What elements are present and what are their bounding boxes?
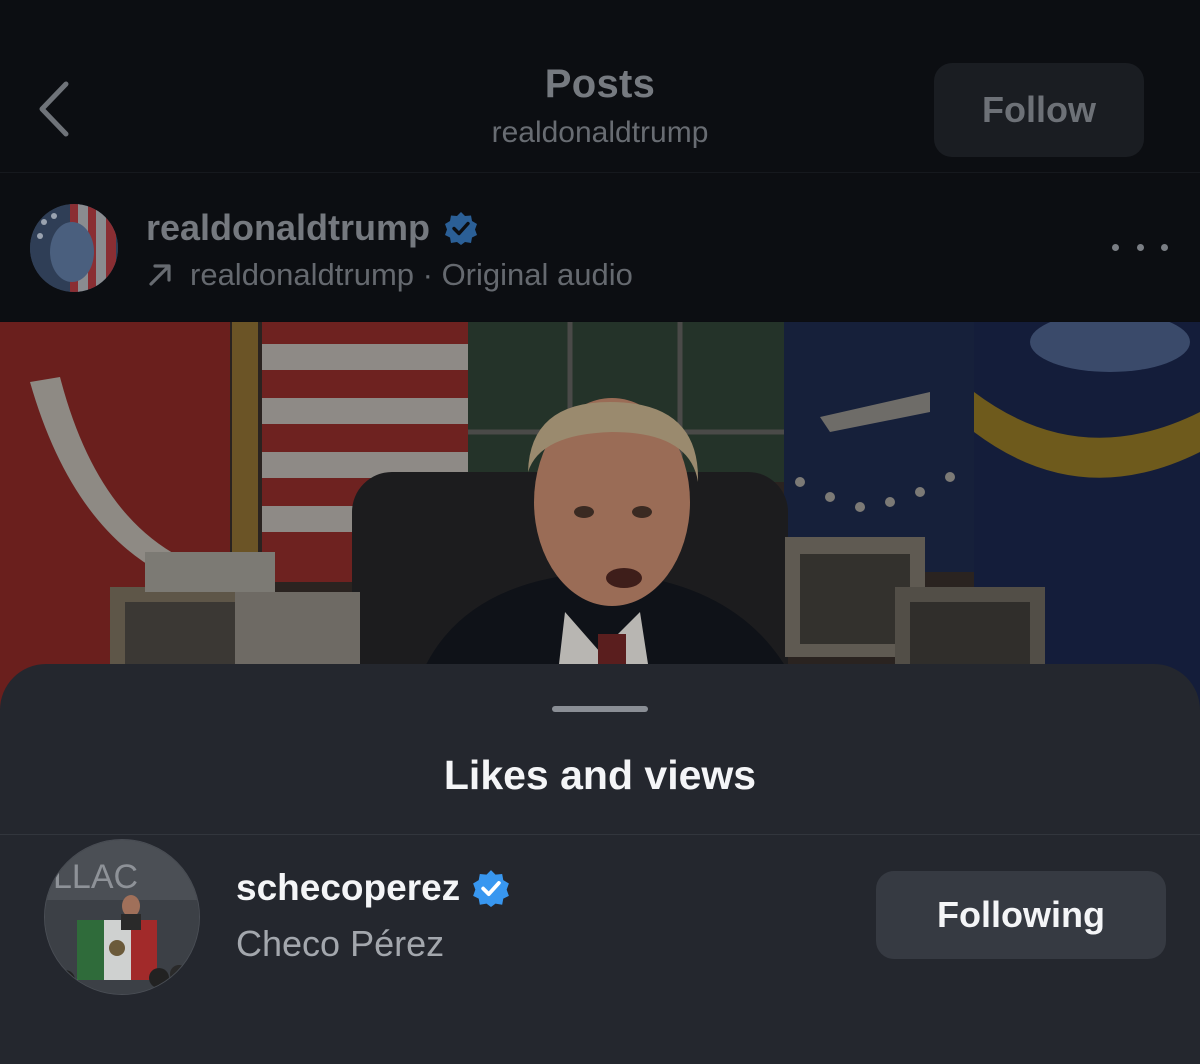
owner-username-row[interactable]: realdonaldtrump xyxy=(146,207,478,249)
dot xyxy=(1136,243,1144,251)
user-avatar[interactable]: LLAC xyxy=(44,839,200,995)
audio-label[interactable]: realdonaldtrump · Original audio xyxy=(190,257,633,293)
likes-sheet: Likes and views LLAC schecoperez Checo P… xyxy=(0,664,1200,1064)
follow-button[interactable]: Follow xyxy=(934,63,1144,157)
dot xyxy=(1112,243,1119,251)
audio-row[interactable]: realdonaldtrump · Original audio xyxy=(146,257,633,293)
avatar-image: LLAC xyxy=(45,840,199,994)
user-username-row[interactable]: schecoperez xyxy=(236,867,510,909)
list-item[interactable]: LLAC schecoperez Checo Pérez Following xyxy=(0,835,1200,1025)
owner-avatar[interactable] xyxy=(30,204,118,292)
svg-text:LLAC: LLAC xyxy=(53,858,138,896)
avatar-image xyxy=(30,204,118,292)
owner-username[interactable]: realdonaldtrump xyxy=(146,207,430,249)
verified-badge-icon xyxy=(445,212,478,245)
dot xyxy=(1161,243,1168,251)
sheet-title: Likes and views xyxy=(443,752,757,798)
more-options-button[interactable] xyxy=(1112,235,1168,259)
following-button[interactable]: Following xyxy=(876,871,1166,959)
top-header: Posts realdonaldtrump Follow xyxy=(0,0,1200,173)
arrow-up-right-icon xyxy=(149,264,171,286)
verified-badge-icon xyxy=(473,870,510,907)
user-username[interactable]: schecoperez xyxy=(236,867,460,909)
user-full-name: Checo Pérez xyxy=(236,923,445,964)
sheet-grabber[interactable] xyxy=(552,706,648,712)
post-header: realdonaldtrump realdonaldtrump · Origin… xyxy=(0,173,1200,321)
